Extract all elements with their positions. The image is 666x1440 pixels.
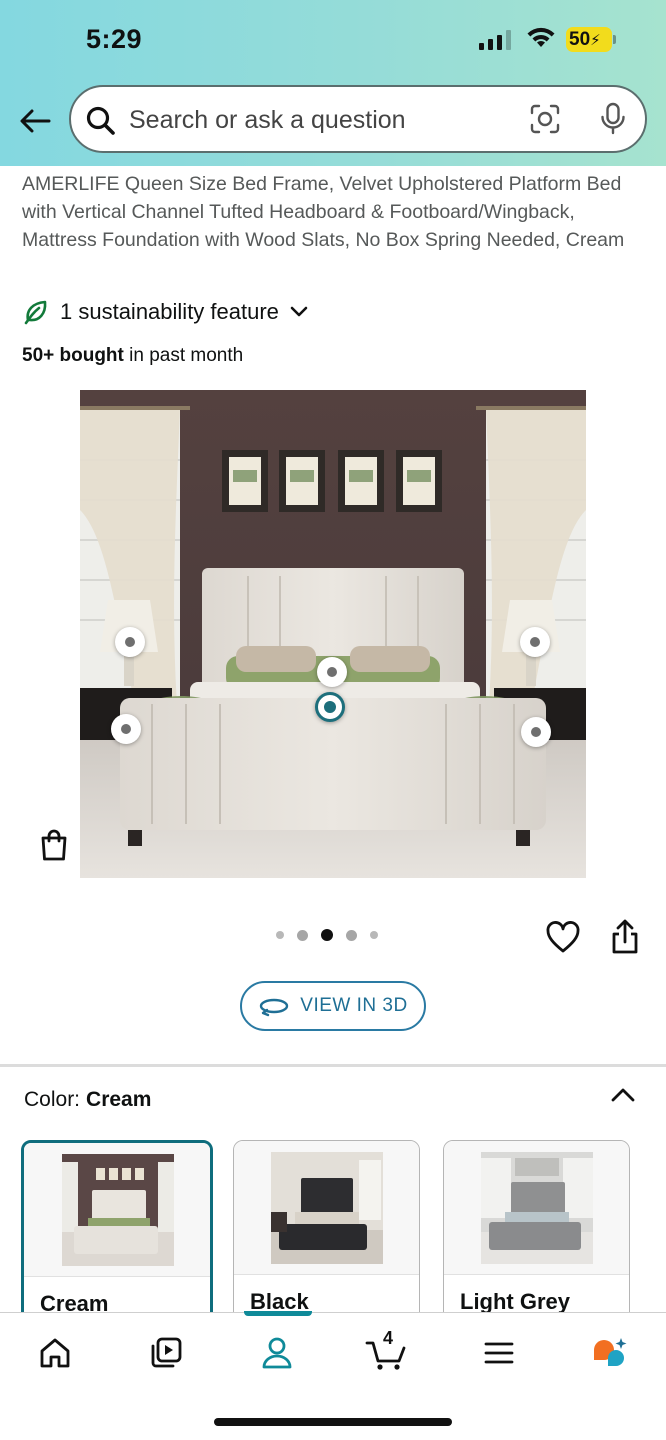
bought-count-suffix: in past month	[123, 345, 244, 366]
product-title[interactable]: AMERLIFE Queen Size Bed Frame, Velvet Up…	[22, 170, 652, 254]
color-swatch-light-grey[interactable]: Light Grey	[443, 1140, 630, 1340]
battery-indicator: 50⚡	[566, 27, 612, 52]
bought-count: 50+ bought in past month	[22, 345, 243, 367]
chevron-down-icon	[290, 306, 308, 317]
arrow-left-icon	[20, 109, 51, 133]
color-swatch-cream[interactable]: Cream	[21, 1140, 213, 1340]
nav-active-indicator	[244, 1311, 312, 1316]
battery-level: 50	[569, 29, 591, 50]
heart-icon[interactable]	[545, 920, 581, 954]
carousel-dot[interactable]	[276, 931, 284, 939]
carousel-dot[interactable]	[297, 929, 308, 941]
color-heading: Color: Cream	[24, 1088, 151, 1112]
carousel-dot[interactable]	[346, 929, 357, 941]
hotspot-lamp-left[interactable]	[115, 627, 145, 657]
swatch-image-cream	[62, 1154, 174, 1266]
nav-video[interactable]	[136, 1333, 196, 1373]
swatch-image-area	[24, 1143, 210, 1277]
bed-photo	[80, 390, 586, 878]
microphone-icon[interactable]	[599, 102, 627, 136]
rufus-icon	[594, 1338, 627, 1366]
color-selected-value: Cream	[86, 1088, 152, 1111]
hotspot-lamp-right[interactable]	[520, 627, 550, 657]
search-icon	[86, 106, 115, 135]
nav-home[interactable]	[25, 1333, 85, 1373]
shopping-bag-icon[interactable]	[38, 828, 70, 862]
cart-count-badge: 4	[383, 1328, 394, 1348]
hotspot-footboard-left[interactable]	[111, 714, 141, 744]
product-image[interactable]	[80, 390, 586, 878]
search-bar[interactable]	[69, 85, 647, 153]
hotspot-bed-active[interactable]	[315, 692, 345, 722]
hotspot-pillow[interactable]	[317, 657, 347, 687]
header-bar: 5:29 50⚡	[0, 0, 666, 166]
carousel-dot-active[interactable]	[321, 929, 333, 941]
chevron-up-icon[interactable]	[610, 1086, 636, 1104]
search-input[interactable]	[129, 101, 509, 139]
nav-account[interactable]	[247, 1333, 307, 1373]
swatch-image-area	[444, 1141, 629, 1275]
section-divider	[0, 1064, 666, 1067]
video-icon	[151, 1337, 182, 1368]
home-indicator[interactable]	[214, 1418, 452, 1426]
share-icon[interactable]	[610, 918, 640, 956]
nav-rufus[interactable]	[580, 1333, 640, 1373]
swatch-image-light-grey	[481, 1152, 593, 1264]
account-icon	[262, 1337, 292, 1369]
sustainability-dropdown[interactable]: 1 sustainability feature	[22, 298, 309, 326]
leaf-icon	[24, 300, 47, 325]
camera-lens-icon[interactable]	[529, 103, 561, 135]
swatch-image-black	[271, 1152, 383, 1264]
nav-menu[interactable]	[469, 1333, 529, 1373]
home-icon	[40, 1338, 70, 1368]
hotspot-footboard-right[interactable]	[521, 717, 551, 747]
carousel-dots[interactable]	[276, 929, 378, 941]
view-in-3d-button[interactable]: VIEW IN 3D	[240, 981, 426, 1031]
carousel-dot[interactable]	[370, 931, 378, 939]
back-button[interactable]	[14, 100, 56, 142]
view-in-3d-label: VIEW IN 3D	[300, 995, 408, 1016]
color-swatch-black[interactable]: Black	[233, 1140, 420, 1340]
cellular-signal-icon	[479, 30, 511, 50]
rotate-3d-icon	[260, 998, 289, 1017]
status-time: 5:29	[86, 24, 143, 54]
color-label: Color:	[24, 1088, 81, 1111]
menu-icon	[484, 1342, 514, 1364]
sustainability-label: 1 sustainability feature	[60, 299, 279, 324]
swatch-image-area	[234, 1141, 419, 1275]
wifi-icon	[527, 27, 555, 47]
battery-nub	[613, 35, 616, 44]
bought-count-bold: 50+ bought	[22, 345, 124, 366]
